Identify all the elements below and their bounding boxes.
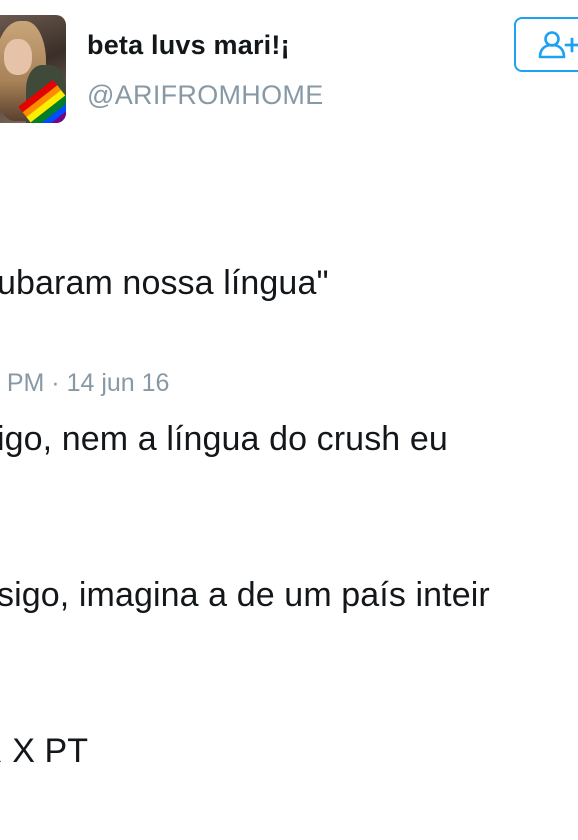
- tweet-text-line: nsigo, imagina a de um país inteir: [0, 576, 490, 614]
- display-name[interactable]: beta luvs mari!¡: [87, 30, 290, 61]
- tweet-card: beta luvs mari!¡ @ARIFROMHOME oubaram no…: [0, 0, 578, 770]
- avatar-face: [4, 39, 32, 75]
- follow-button[interactable]: [514, 17, 578, 72]
- tweet-timestamp[interactable]: 2 PM · 14 jun 16: [0, 369, 169, 398]
- tweet-text-line: oubaram nossa língua": [0, 264, 329, 302]
- add-user-icon: [538, 31, 578, 64]
- tweet-text-line: R X PT: [0, 732, 89, 770]
- avatar[interactable]: [0, 15, 66, 123]
- username[interactable]: @ARIFROMHOME: [87, 80, 324, 111]
- tweet-text-line: nigo, nem a língua do crush eu: [0, 420, 448, 458]
- tweet-text: oubaram nossa língua" nigo, nem a língua…: [0, 153, 578, 840]
